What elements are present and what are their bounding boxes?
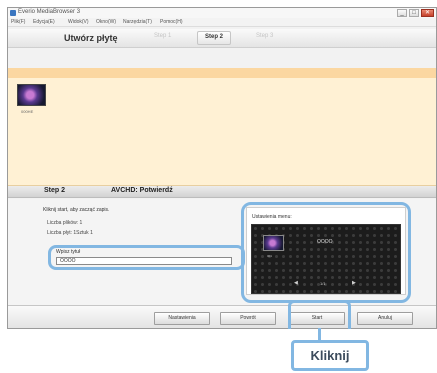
start-button-highlight [288, 300, 351, 329]
thumbnail-area: 000HE [8, 78, 436, 186]
menu-bar: Plik(F) Edycja(E) Widok(V) Okno(W) Narzę… [8, 18, 436, 27]
disc-count-text: Liczba płyt: 1Sztuk 1 [47, 230, 93, 236]
cancel-button[interactable]: Anuluj [357, 312, 413, 325]
thumbnail-header-strip [8, 68, 436, 78]
menu-tools[interactable]: Narzędzia(T) [123, 19, 152, 25]
menu-help[interactable]: Pomoc(H) [160, 19, 183, 25]
app-title: Everio MediaBrowser 3 [18, 9, 81, 15]
instruction-text: Kliknij start, aby zacząć zapis. [43, 207, 110, 213]
maximize-button[interactable]: □ [409, 9, 419, 17]
menu-edit[interactable]: Edycja(E) [33, 19, 55, 25]
back-button[interactable]: Powrót [220, 312, 276, 325]
file-count-text: Liczba plików: 1 [47, 220, 83, 226]
thumbnail-caption: 000HE [21, 109, 34, 114]
settings-button[interactable]: Nastawienia [154, 312, 210, 325]
app-icon [10, 10, 16, 16]
title-input-highlight [48, 245, 245, 270]
minimize-button[interactable]: _ [397, 9, 407, 17]
section-title: Utwórz płytę [64, 33, 118, 43]
step2-title: AVCHD: Potwierdź [111, 187, 173, 194]
menu-settings-highlight [241, 202, 411, 303]
step-2-tab: Step 2 [197, 31, 232, 45]
step-1-tab: Step 1 [154, 33, 172, 39]
click-callout: Kliknij [291, 340, 369, 371]
title-bar: Everio MediaBrowser 3 _ □ ✕ [8, 8, 436, 18]
menu-file[interactable]: Plik(F) [11, 19, 25, 25]
footer-bar: Nastawienia Powrót Start Anuluj [8, 305, 436, 328]
menu-view[interactable]: Widok(V) [68, 19, 89, 25]
video-thumbnail[interactable] [17, 84, 46, 106]
close-button[interactable]: ✕ [421, 9, 434, 17]
step2-number: Step 2 [44, 187, 66, 194]
step2-header: Step 2 AVCHD: Potwierdź [8, 186, 436, 198]
app-window: Everio MediaBrowser 3 _ □ ✕ Plik(F) Edyc… [7, 7, 437, 329]
step-bar: Utwórz płytę Step 1 Step 2 Step 3 [8, 29, 436, 48]
confirm-panel: Kliknij start, aby zacząć zapis. Liczba … [8, 199, 436, 305]
step-3-tab: Step 3 [256, 33, 274, 39]
menu-window[interactable]: Okno(W) [96, 19, 116, 25]
